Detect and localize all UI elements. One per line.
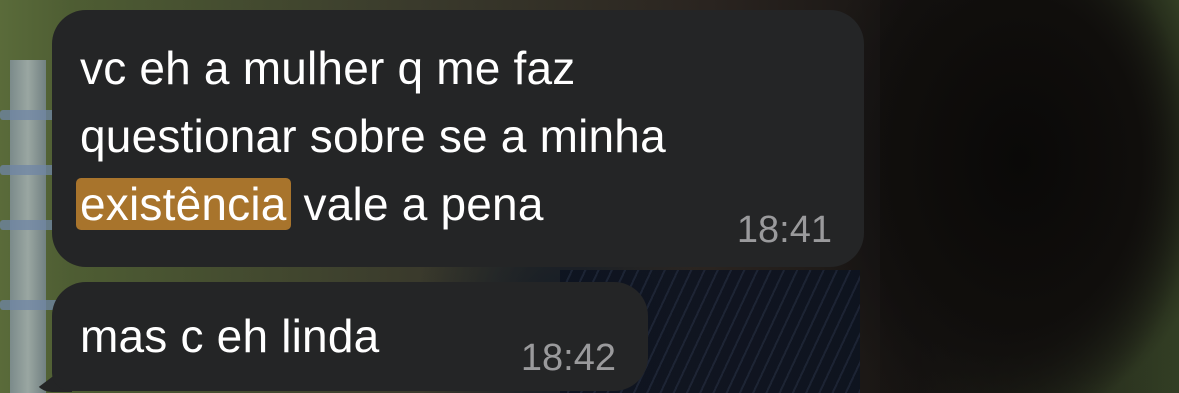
- message-text-line: existência vale a pena: [76, 176, 544, 232]
- message-text-line: questionar sobre se a minha: [80, 110, 666, 162]
- message-text-line: vc eh a mulher q me faz: [80, 42, 576, 94]
- message-timestamp: 18:42: [520, 337, 616, 379]
- search-highlight: existência: [76, 178, 291, 230]
- message-text-fragment: vale a pena: [290, 178, 544, 230]
- message-bubble-incoming[interactable]: vc eh a mulher q me faz questionar sobre…: [52, 10, 864, 267]
- message-text: mas c eh linda: [80, 310, 380, 362]
- message-bubble-incoming[interactable]: mas c eh linda 18:42: [52, 282, 648, 391]
- wallpaper-hair: [880, 0, 1179, 393]
- message-timestamp: 18:41: [736, 209, 832, 251]
